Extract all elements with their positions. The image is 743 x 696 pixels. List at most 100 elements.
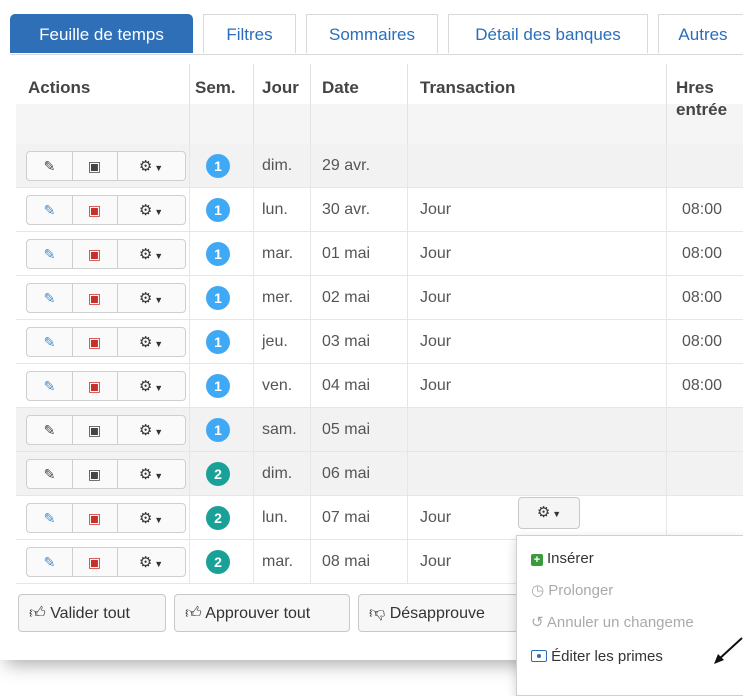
col-separator: [310, 496, 311, 539]
row-options-button[interactable]: ⚙︎ ▼: [117, 152, 185, 180]
money-bill-icon: [531, 650, 547, 663]
col-separator: [666, 320, 667, 363]
edit-button[interactable]: ✎: [27, 240, 73, 268]
thumbs-up-icon: 👍︎: [29, 605, 46, 622]
row-options-button[interactable]: ⚙︎ ▼: [117, 240, 185, 268]
row-options-gear-button[interactable]: ⚙︎ ▼: [518, 497, 580, 529]
delete-button[interactable]: ▣: [72, 416, 118, 444]
col-separator: [407, 320, 408, 363]
table-row: ✎ ▣ ⚙︎ ▼ 2 dim. 06 mai: [16, 452, 743, 496]
gear-icon: ⚙︎: [138, 466, 153, 483]
row-options-button[interactable]: ⚙︎ ▼: [117, 504, 185, 532]
date-cell: 02 mai: [322, 289, 371, 306]
date-cell: 30 avr.: [322, 201, 371, 218]
col-separator: [253, 144, 254, 187]
delete-button[interactable]: ▣: [72, 284, 118, 312]
col-separator: [666, 408, 667, 451]
edit-button[interactable]: ✎: [27, 152, 73, 180]
row-options-button[interactable]: ⚙︎ ▼: [117, 284, 185, 312]
row-action-buttons: ✎ ▣ ⚙︎ ▼: [26, 503, 186, 533]
col-separator: [666, 496, 667, 539]
menu-item-insert[interactable]: + Insérer: [531, 544, 594, 574]
delete-button[interactable]: ▣: [72, 460, 118, 488]
week-badge: 1: [206, 198, 230, 222]
caret-down-icon: ▼: [154, 383, 164, 393]
caret-down-icon: ▼: [154, 471, 164, 481]
trash-icon: ▣: [87, 554, 102, 570]
delete-button[interactable]: ▣: [72, 328, 118, 356]
delete-button[interactable]: ▣: [72, 196, 118, 224]
row-options-button[interactable]: ⚙︎ ▼: [117, 460, 185, 488]
trash-icon: ▣: [87, 202, 102, 218]
tab-bar: Feuille de temps Filtres Sommaires Détai…: [10, 14, 743, 55]
trash-icon: ▣: [87, 422, 102, 438]
tab-autres[interactable]: Autres: [658, 14, 743, 53]
row-options-button[interactable]: ⚙︎ ▼: [117, 416, 185, 444]
edit-button[interactable]: ✎: [27, 416, 73, 444]
edit-button[interactable]: ✎: [27, 284, 73, 312]
approve-all-button[interactable]: 👍︎ Approuver tout: [174, 594, 350, 632]
disapprove-all-button[interactable]: 👎︎ Désapprouve: [358, 594, 518, 632]
col-separator: [310, 64, 311, 144]
row-options-button[interactable]: ⚙︎ ▼: [117, 372, 185, 400]
day-cell: dim.: [262, 157, 293, 174]
delete-button[interactable]: ▣: [72, 548, 118, 576]
tab-sommaires[interactable]: Sommaires: [306, 14, 438, 53]
col-separator: [310, 188, 311, 231]
transaction-cell: Jour: [420, 553, 452, 570]
col-separator: [666, 364, 667, 407]
delete-button[interactable]: ▣: [72, 240, 118, 268]
edit-button[interactable]: ✎: [27, 372, 73, 400]
col-separator: [253, 320, 254, 363]
table-row: ✎ ▣ ⚙︎ ▼ 1 dim. 29 avr.: [16, 144, 743, 188]
edit-button[interactable]: ✎: [27, 548, 73, 576]
transaction-cell: Jour: [420, 289, 452, 306]
trash-icon: ▣: [87, 378, 102, 394]
tab-feuille-de-temps[interactable]: Feuille de temps: [10, 14, 193, 53]
gear-icon: ⚙︎: [138, 202, 153, 219]
validate-all-button[interactable]: 👍︎ Valider tout: [18, 594, 166, 632]
disapprove-all-label: Désapprouve: [389, 605, 485, 622]
caret-down-icon: ▼: [154, 339, 164, 349]
transaction-cell: Jour: [420, 201, 452, 218]
col-separator: [253, 276, 254, 319]
gear-icon: ⚙︎: [138, 246, 153, 263]
edit-button[interactable]: ✎: [27, 196, 73, 224]
week-badge: 1: [206, 330, 230, 354]
menu-item-edit-bonuses[interactable]: Éditer les primes: [531, 642, 663, 672]
hours-in-cell: 08:00: [682, 245, 723, 262]
week-badge: 1: [206, 242, 230, 266]
pencil-square-icon: ✎: [43, 554, 56, 570]
col-separator: [310, 364, 311, 407]
gear-icon: ⚙︎: [138, 554, 153, 571]
col-separator: [666, 276, 667, 319]
col-hres-line1: Hres: [676, 78, 714, 97]
col-separator: [189, 496, 190, 539]
delete-button[interactable]: ▣: [72, 152, 118, 180]
tab-filtres[interactable]: Filtres: [203, 14, 296, 53]
row-options-button[interactable]: ⚙︎ ▼: [117, 548, 185, 576]
transaction-cell: Jour: [420, 245, 452, 262]
row-action-buttons: ✎ ▣ ⚙︎ ▼: [26, 371, 186, 401]
day-cell: mar.: [262, 553, 294, 570]
delete-button[interactable]: ▣: [72, 504, 118, 532]
row-options-button[interactable]: ⚙︎ ▼: [117, 196, 185, 224]
row-action-buttons: ✎ ▣ ⚙︎ ▼: [26, 283, 186, 313]
caret-down-icon: ▼: [154, 251, 164, 261]
menu-extend-label: Prolonger: [548, 582, 614, 599]
menu-cancel-change-label: Annuler un changeme: [546, 614, 694, 631]
trash-icon: ▣: [87, 246, 102, 262]
edit-button[interactable]: ✎: [27, 504, 73, 532]
row-action-buttons: ✎ ▣ ⚙︎ ▼: [26, 327, 186, 357]
row-options-button[interactable]: ⚙︎ ▼: [117, 328, 185, 356]
hours-in-cell: 08:00: [682, 289, 723, 306]
table-row: ✎ ▣ ⚙︎ ▼ 2 lun. 07 mai Jour: [16, 496, 743, 540]
col-separator: [310, 540, 311, 583]
delete-button[interactable]: ▣: [72, 372, 118, 400]
edit-button[interactable]: ✎: [27, 460, 73, 488]
header-shade: [16, 104, 743, 144]
pencil-square-icon: ✎: [43, 422, 56, 438]
tab-detail-des-banques[interactable]: Détail des banques: [448, 14, 648, 53]
edit-button[interactable]: ✎: [27, 328, 73, 356]
col-separator: [666, 452, 667, 495]
